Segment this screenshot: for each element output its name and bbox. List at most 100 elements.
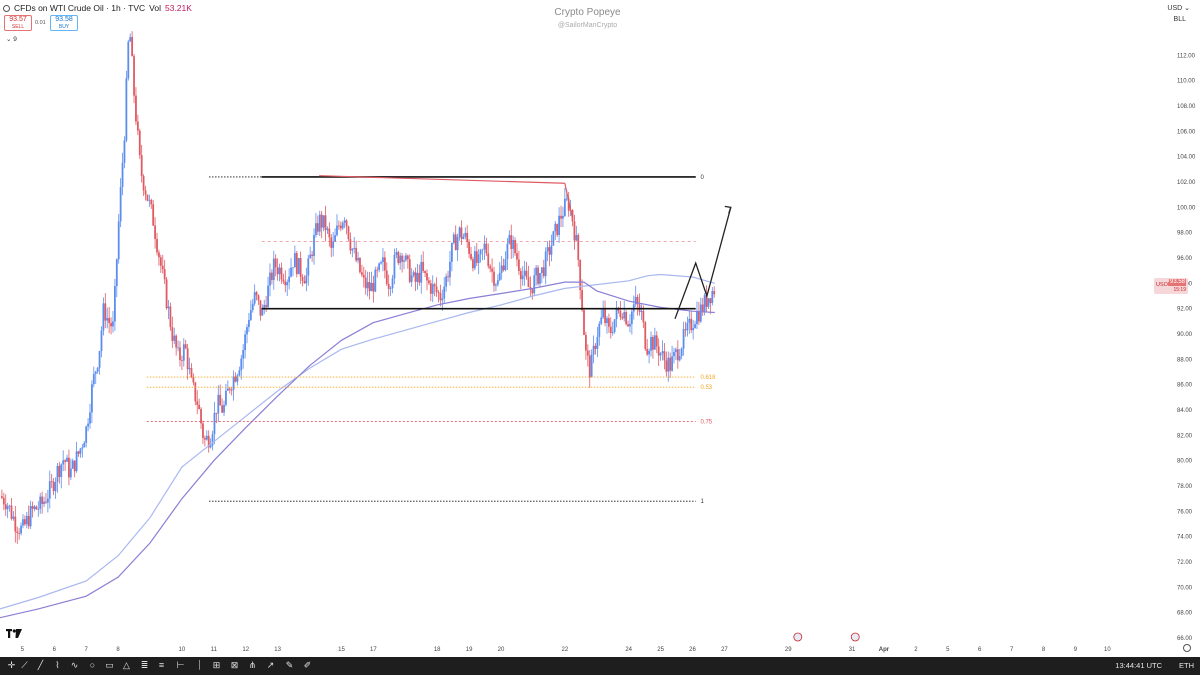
arrow-icon[interactable]: ↗ <box>265 660 276 671</box>
grid-icon[interactable]: ⊠ <box>229 660 240 671</box>
candle-body <box>540 267 543 273</box>
candle-body <box>414 272 417 282</box>
indicator-count: 9 <box>13 36 17 43</box>
candle-body <box>43 501 45 504</box>
candle-body <box>96 367 99 372</box>
channel-icon[interactable]: ≡ <box>156 660 167 671</box>
gann-icon[interactable]: ⊞ <box>211 660 222 671</box>
candle-body <box>713 291 716 295</box>
candle-body <box>299 258 302 277</box>
candle-body <box>475 251 478 263</box>
candle-body <box>680 348 683 357</box>
candle-body <box>652 337 654 350</box>
candle-body <box>274 258 277 268</box>
curve-icon[interactable]: ∿ <box>69 660 80 671</box>
time-tick-label: 15 <box>338 647 345 653</box>
candle-body <box>127 41 130 79</box>
candle-body <box>209 445 212 448</box>
candle-body <box>18 532 21 534</box>
ray-icon[interactable]: ╱ <box>35 660 46 671</box>
candle-body <box>240 358 243 371</box>
candle-body <box>701 304 704 313</box>
indicators-toggle[interactable]: ⌄ 9 <box>6 35 17 43</box>
fib-level-label: 0 <box>700 175 704 181</box>
candle-body <box>217 394 220 414</box>
candle-body <box>583 310 585 335</box>
utc-clock[interactable]: 13:44:41 UTC <box>1115 661 1162 670</box>
candle-body <box>125 78 128 141</box>
candle-body <box>514 240 516 254</box>
candle-body <box>577 234 580 260</box>
candle-body <box>588 355 591 378</box>
price-tick-label: 108.00 <box>1177 104 1196 110</box>
currency-label: USD <box>1167 5 1183 12</box>
candle-body <box>527 277 530 287</box>
time-tick-label: 10 <box>1104 647 1111 653</box>
candle-body <box>184 344 187 349</box>
measure-icon[interactable]: ⊢ <box>175 660 186 671</box>
price-tick-label: 100.00 <box>1177 205 1196 211</box>
candle-body <box>23 519 26 525</box>
pitchfork-icon[interactable]: ⋔ <box>247 660 258 671</box>
fib-icon[interactable]: ≣ <box>139 660 150 671</box>
candle-body <box>318 214 321 232</box>
candle-body <box>619 310 622 318</box>
candle-body <box>173 335 176 341</box>
candle-body <box>129 37 132 42</box>
candle-body <box>288 276 291 283</box>
trendline-icon[interactable]: ⟋ <box>19 660 30 671</box>
triangle-icon[interactable]: △ <box>121 660 132 671</box>
candle-body <box>14 516 17 532</box>
candle-body <box>169 306 172 328</box>
candle-body <box>117 221 120 260</box>
candle-body <box>473 251 476 269</box>
candle-body <box>502 265 505 271</box>
brush-icon[interactable]: ✎ <box>284 660 295 671</box>
candle-body <box>646 348 649 355</box>
circle-icon[interactable]: ○ <box>87 660 98 671</box>
path-icon[interactable]: ⌇ <box>52 660 63 671</box>
price-chart[interactable]: 0 0.618 0.53 0.75 1 66.00 68.00 70.00 72.00 74.0… <box>0 0 1200 657</box>
candle-body <box>138 130 141 156</box>
timezone-label[interactable]: ETH <box>1179 661 1194 670</box>
time-tick-label: 29 <box>785 647 792 653</box>
candle-body <box>167 306 170 309</box>
pencil-icon[interactable]: ✐ <box>302 660 313 671</box>
candle-body <box>133 56 135 96</box>
candle-body <box>324 215 327 231</box>
candle-body <box>437 292 440 293</box>
candle-body <box>395 252 398 255</box>
candle-body <box>433 284 436 287</box>
candle-body <box>443 286 446 299</box>
candle-body <box>703 295 706 313</box>
vertical-line-icon[interactable]: ⏐ <box>194 660 205 671</box>
candle-body <box>393 254 396 279</box>
rectangle-icon[interactable]: ▭ <box>104 660 115 671</box>
candle-body <box>412 272 415 276</box>
candle-body <box>223 404 225 413</box>
candle-body <box>362 274 365 278</box>
candle-body <box>73 460 76 472</box>
cursor-icon[interactable]: ✛ <box>6 660 17 671</box>
candle-body <box>215 412 218 414</box>
candle-body <box>370 282 373 292</box>
candle-body <box>71 460 74 469</box>
candle-body <box>253 292 256 304</box>
moving-average-line-2 <box>0 281 715 619</box>
candle-body <box>625 311 628 325</box>
last-price-badge: USOIL 93.58 15:19 <box>1154 278 1188 294</box>
candle-body <box>115 259 118 287</box>
time-tick-label: 26 <box>689 647 696 653</box>
candle-body <box>604 309 606 324</box>
candle-body <box>525 270 528 278</box>
candle-body <box>106 317 109 321</box>
candle-body <box>347 226 350 240</box>
candle-body <box>135 95 137 122</box>
candle-body <box>349 239 352 251</box>
tradingview-logo-icon[interactable] <box>6 629 22 641</box>
candle-body <box>470 253 472 260</box>
unit-selector[interactable]: BLL <box>1174 16 1186 23</box>
candle-body <box>192 377 195 383</box>
currency-selector[interactable]: USD ⌄ <box>1167 4 1190 12</box>
time-tick-label: 17 <box>370 647 377 653</box>
